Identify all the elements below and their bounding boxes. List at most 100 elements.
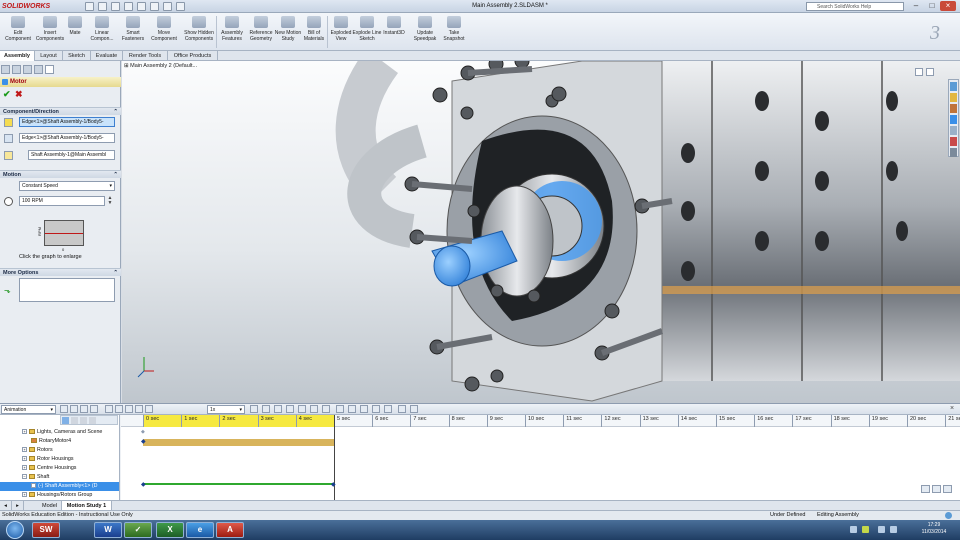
custom-properties-icon[interactable] xyxy=(950,148,957,157)
save-animation-icon[interactable] xyxy=(125,405,133,413)
autokey-icon[interactable] xyxy=(145,405,153,413)
tree-item-shaft-assembly[interactable]: + (-) Shaft Assembly<1> (D xyxy=(0,482,119,491)
more-options-header[interactable]: More Options ⌃ xyxy=(0,268,121,276)
clock[interactable]: 17:29 11/03/2014 xyxy=(912,522,956,536)
speed-spinner[interactable]: ▲ ▼ xyxy=(106,196,114,206)
contact-icon[interactable] xyxy=(310,405,318,413)
motion-graph[interactable] xyxy=(44,220,84,246)
taskbar-acrobat[interactable]: A xyxy=(216,522,244,538)
restore-view-icon[interactable] xyxy=(915,68,923,76)
help-search-input[interactable]: Search SolidWorks Help xyxy=(806,2,904,11)
reverse-direction-icon[interactable] xyxy=(4,134,13,143)
zoom-in-icon[interactable] xyxy=(921,485,930,493)
tree-item-lights[interactable]: + Lights, Cameras and Scene xyxy=(0,428,119,437)
display-manager-icon[interactable] xyxy=(34,65,43,74)
smart-fasteners-button[interactable]: Smart Fasteners xyxy=(117,15,149,49)
tray-icon[interactable] xyxy=(850,526,857,533)
feature-tree-icon[interactable] xyxy=(1,65,10,74)
gravity-icon[interactable] xyxy=(322,405,330,413)
expand-icon[interactable]: + xyxy=(22,429,27,435)
tree-item-centre-housings[interactable]: + Centre Housings xyxy=(0,464,119,473)
assembly-features-button[interactable]: Assembly Features xyxy=(216,15,248,49)
playback-speed-select[interactable]: 1x ▾ xyxy=(207,405,245,414)
instant3d-button[interactable]: Instant3D xyxy=(378,15,410,49)
tree-item-rotary-motor[interactable]: RotaryMotor4 xyxy=(0,437,119,446)
motor-direction-field[interactable]: Edge<1>@Shaft Assembly-1/Body5- xyxy=(19,133,115,143)
view-palette-icon[interactable] xyxy=(950,126,957,135)
move-component-button[interactable]: Move Component xyxy=(148,15,180,49)
filter-icon[interactable] xyxy=(80,417,87,424)
collapse-icon[interactable]: − xyxy=(22,474,27,480)
shaft-key-bar[interactable] xyxy=(143,483,334,485)
mate-button[interactable]: Mate xyxy=(62,15,88,49)
undo-icon[interactable] xyxy=(137,2,146,11)
save-icon[interactable] xyxy=(111,2,120,11)
filter-selected-icon[interactable] xyxy=(372,405,380,413)
results-plots-icon[interactable] xyxy=(336,405,344,413)
start-button[interactable] xyxy=(6,521,24,539)
taskbar-word[interactable]: W xyxy=(94,522,122,538)
select-icon[interactable] xyxy=(150,2,159,11)
property-manager-icon[interactable] xyxy=(12,65,21,74)
calculate-icon[interactable] xyxy=(60,405,68,413)
motion-header[interactable]: Motion ⌃ xyxy=(0,170,121,178)
network-icon[interactable] xyxy=(878,526,885,533)
expand-icon[interactable]: + xyxy=(22,492,27,498)
new-document-icon[interactable] xyxy=(85,2,94,11)
play-icon[interactable] xyxy=(80,405,88,413)
tab-sketch[interactable]: Sketch xyxy=(63,51,91,61)
spring-icon[interactable] xyxy=(274,405,282,413)
volume-icon[interactable] xyxy=(890,526,897,533)
update-speedpak-button[interactable]: Update Speedpak xyxy=(409,15,441,49)
zoom-fit-icon[interactable] xyxy=(943,485,952,493)
filter-icon[interactable] xyxy=(89,417,96,424)
design-library-icon[interactable] xyxy=(950,93,957,102)
load-bearing-faces-list[interactable] xyxy=(19,278,115,302)
ok-button[interactable]: ✔ xyxy=(3,89,11,100)
solidworks-logo[interactable]: SOLIDWORKS xyxy=(2,1,62,12)
motor-key-bar[interactable] xyxy=(143,439,334,446)
tree-item-rotors[interactable]: + Rotors xyxy=(0,446,119,455)
close-button[interactable]: × xyxy=(940,1,956,11)
appearance-icon[interactable] xyxy=(45,65,54,74)
show-hidden-components-button[interactable]: Show Hidden Components xyxy=(183,15,215,49)
appearances-icon[interactable] xyxy=(950,137,957,146)
tray-icon[interactable] xyxy=(862,526,869,533)
filter-icon[interactable] xyxy=(62,417,69,424)
motion-properties-icon[interactable] xyxy=(398,405,406,413)
playback-mode-icon[interactable] xyxy=(115,405,123,413)
taskbar-app-check[interactable]: ✓ xyxy=(124,522,152,538)
expand-icon[interactable]: + xyxy=(22,465,27,471)
expand-icon[interactable]: + xyxy=(31,483,36,489)
take-snapshot-button[interactable]: Take Snapshot xyxy=(438,15,470,49)
tree-item-housings-rotors-group[interactable]: + Housings/Rotors Group xyxy=(0,491,119,500)
help-icon[interactable] xyxy=(945,512,952,519)
minimize-button[interactable]: – xyxy=(908,1,924,11)
motor-tool-icon[interactable] xyxy=(262,405,270,413)
timeline[interactable]: 0 sec 1 sec 2 sec 3 sec 4 sec 5 sec 6 sec 7 sec… xyxy=(121,415,960,500)
open-icon[interactable] xyxy=(98,2,107,11)
motion-type-select[interactable]: Constant Speed ▾ xyxy=(19,181,115,191)
search-icon[interactable] xyxy=(950,115,957,124)
engine-model[interactable] xyxy=(122,61,960,403)
rebuild-icon[interactable] xyxy=(163,2,172,11)
print-icon[interactable] xyxy=(124,2,133,11)
expand-icon[interactable]: + xyxy=(22,456,27,462)
taskbar-excel[interactable]: X xyxy=(156,522,184,538)
maximize-button[interactable]: □ xyxy=(924,1,940,11)
key-point-icon[interactable]: ◆ xyxy=(141,429,145,435)
tree-item-rotor-housings[interactable]: + Rotor Housings xyxy=(0,455,119,464)
expand-icon[interactable]: + xyxy=(22,447,27,453)
motor-location-field[interactable]: Edge<1>@Shaft Assembly-1/Body5- xyxy=(19,117,115,127)
shaft-end[interactable] xyxy=(433,245,471,287)
linear-component-pattern-button[interactable]: Linear Compon... xyxy=(86,15,118,49)
tree-item-shaft[interactable]: − Shaft xyxy=(0,473,119,482)
collapse-icon[interactable]: ⌃ xyxy=(113,171,118,179)
filter-results-icon[interactable] xyxy=(384,405,392,413)
options-icon[interactable] xyxy=(176,2,185,11)
play-from-start-icon[interactable] xyxy=(70,405,78,413)
key-point-icon[interactable]: ◆ xyxy=(141,481,146,488)
edit-component-button[interactable]: Edit Component xyxy=(2,15,34,49)
zoom-out-icon[interactable] xyxy=(932,485,941,493)
maximize-view-icon[interactable] xyxy=(926,68,934,76)
